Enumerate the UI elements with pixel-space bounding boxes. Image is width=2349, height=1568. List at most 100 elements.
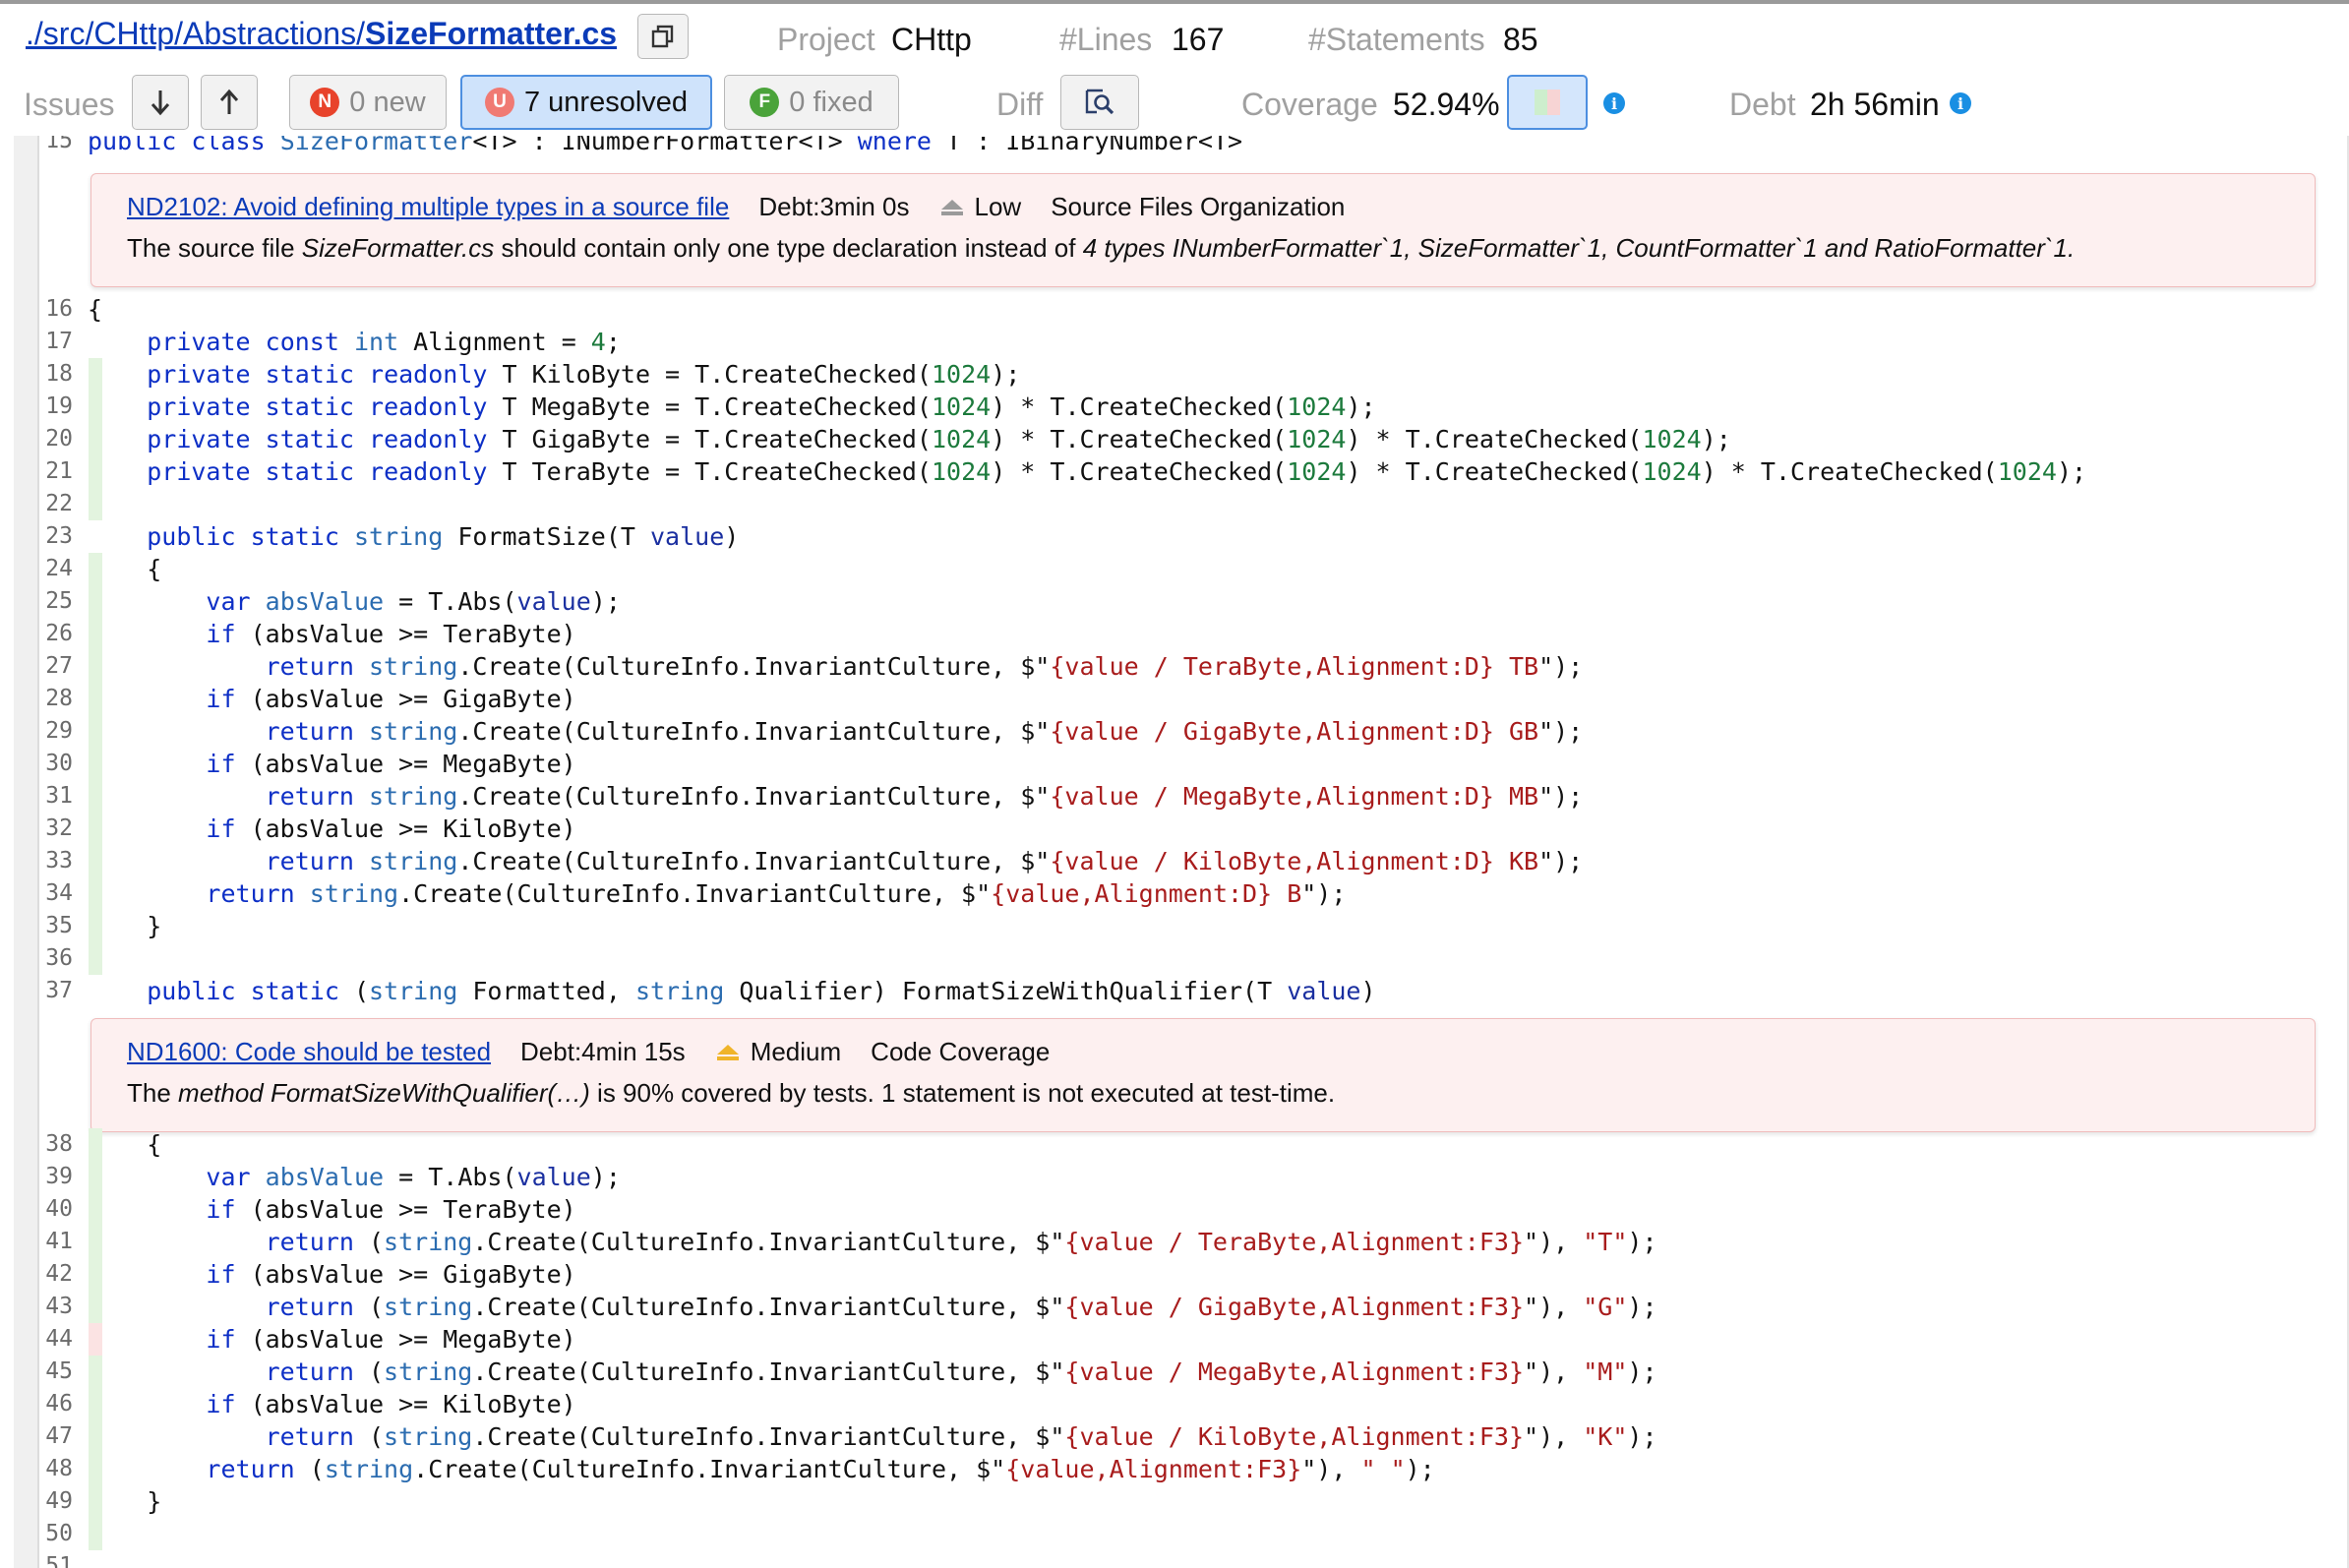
code-token: string bbox=[369, 977, 458, 1005]
filter-new-button[interactable]: N 0 new bbox=[289, 75, 447, 130]
code-token: T GigaByte = T.CreateChecked( bbox=[487, 425, 932, 453]
line-number: 32 bbox=[45, 815, 73, 841]
code-line: if (absValue >= MegaByte) bbox=[88, 748, 576, 780]
project-label: Project bbox=[777, 22, 875, 57]
code-token: 1024 bbox=[931, 457, 992, 486]
line-number: 48 bbox=[45, 1456, 73, 1481]
code-line: if (absValue >= MegaByte) bbox=[88, 1323, 575, 1356]
line-number: 22 bbox=[45, 491, 73, 516]
code-token: {value / MegaByte,Alignment:D} MB bbox=[1050, 782, 1539, 811]
code-token: string bbox=[369, 847, 458, 875]
next-issue-button[interactable] bbox=[132, 75, 189, 130]
file-path-prefix: ./src/CHttp/Abstractions/ bbox=[26, 16, 365, 51]
debt-info-icon[interactable]: i bbox=[1950, 92, 1971, 114]
issue-message-part: The bbox=[127, 1078, 179, 1108]
code-token: 1024 bbox=[1287, 457, 1347, 486]
code-line: public static (string Formatted, string … bbox=[88, 975, 1375, 1007]
code-token: 1024 bbox=[931, 425, 992, 453]
code-viewer[interactable]: ND2102: Avoid defining multiple types in… bbox=[0, 136, 2349, 1568]
code-line: private static readonly T TeraByte = T.C… bbox=[88, 455, 2086, 488]
issue-panel-nd1600: ND1600: Code should be tested Debt:4min … bbox=[90, 1018, 2316, 1132]
line-number: 47 bbox=[45, 1423, 73, 1449]
code-token: ( bbox=[294, 1455, 325, 1483]
issue-rule-link[interactable]: ND1600: Code should be tested bbox=[127, 1037, 491, 1067]
code-token: SizeFormatter bbox=[279, 136, 473, 155]
code-token: (absValue >= MegaByte) bbox=[235, 750, 576, 778]
code-token: readonly bbox=[369, 360, 488, 389]
issue-message: The source file SizeFormatter.cs should … bbox=[127, 233, 2075, 264]
code-token: 1024 bbox=[1287, 425, 1347, 453]
code-token: string bbox=[634, 977, 725, 1005]
diff-button[interactable] bbox=[1060, 75, 1139, 130]
code-line: if (absValue >= GigaByte) bbox=[88, 683, 575, 715]
code-token: return bbox=[206, 1455, 295, 1483]
code-token: <T> : INumberFormatter<T> bbox=[472, 136, 858, 155]
code-line: if (absValue >= KiloByte) bbox=[88, 813, 575, 845]
code-token: const bbox=[265, 328, 339, 356]
line-number: 29 bbox=[45, 718, 73, 744]
code-line: } bbox=[88, 910, 161, 942]
filter-fixed-button[interactable]: F 0 fixed bbox=[724, 75, 899, 130]
coverage-marker-covered bbox=[89, 1518, 102, 1550]
code-token: ( bbox=[353, 1293, 385, 1321]
code-token: var bbox=[206, 587, 251, 616]
coverage-info-icon[interactable]: i bbox=[1603, 92, 1625, 114]
code-token: absValue bbox=[265, 587, 385, 616]
code-token: { bbox=[88, 555, 162, 583]
code-token: = T.Abs( bbox=[384, 587, 517, 616]
copy-path-button[interactable] bbox=[637, 14, 689, 59]
line-number: 41 bbox=[45, 1229, 73, 1254]
issue-rule-link[interactable]: ND2102: Avoid defining multiple types in… bbox=[127, 192, 729, 222]
issue-message-part: The source file bbox=[127, 233, 302, 263]
code-token: return bbox=[265, 717, 354, 746]
code-token: string bbox=[369, 717, 458, 746]
code-token: .Create(CultureInfo.InvariantCulture, $" bbox=[457, 717, 1051, 746]
filter-unresolved-button[interactable]: U 7 unresolved bbox=[460, 75, 712, 130]
code-token: value bbox=[516, 587, 591, 616]
new-badge-icon: N bbox=[310, 88, 340, 117]
code-token: return bbox=[265, 1422, 354, 1451]
code-token: ) * T.CreateChecked( bbox=[991, 392, 1288, 421]
code-token: return bbox=[265, 782, 354, 811]
code-token: ) * T.CreateChecked( bbox=[991, 457, 1288, 486]
issue-debt: Debt:3min 0s bbox=[758, 192, 910, 221]
code-token: "T" bbox=[1583, 1228, 1628, 1256]
code-token: private bbox=[147, 425, 251, 453]
line-number: 24 bbox=[45, 556, 73, 581]
code-line: return string.Create(CultureInfo.Invaria… bbox=[88, 650, 1584, 683]
code-line: private static readonly T MegaByte = T.C… bbox=[88, 391, 1375, 423]
file-path-link[interactable]: ./src/CHttp/Abstractions/SizeFormatter.c… bbox=[26, 16, 617, 52]
code-token: .Create(CultureInfo.InvariantCulture, $" bbox=[457, 847, 1051, 875]
line-number: 35 bbox=[45, 913, 73, 938]
code-token: private bbox=[147, 457, 251, 486]
new-count: 0 new bbox=[349, 86, 426, 118]
code-token: if bbox=[206, 750, 236, 778]
code-token: ); bbox=[1405, 1455, 1435, 1483]
coverage-marker-covered bbox=[89, 488, 102, 520]
project-value: CHttp bbox=[891, 22, 972, 57]
code-token: readonly bbox=[369, 457, 488, 486]
code-token: string bbox=[384, 1293, 473, 1321]
code-token: string bbox=[324, 1455, 414, 1483]
code-token: return bbox=[265, 847, 354, 875]
coverage-toggle-button[interactable] bbox=[1507, 75, 1588, 130]
code-token: {value / TeraByte,Alignment:F3} bbox=[1064, 1228, 1525, 1256]
code-token: static bbox=[265, 457, 354, 486]
previous-issue-button[interactable] bbox=[201, 75, 258, 130]
code-token: 1024 bbox=[931, 392, 992, 421]
code-token: 1024 bbox=[931, 360, 992, 389]
code-token: 4 bbox=[590, 328, 606, 356]
